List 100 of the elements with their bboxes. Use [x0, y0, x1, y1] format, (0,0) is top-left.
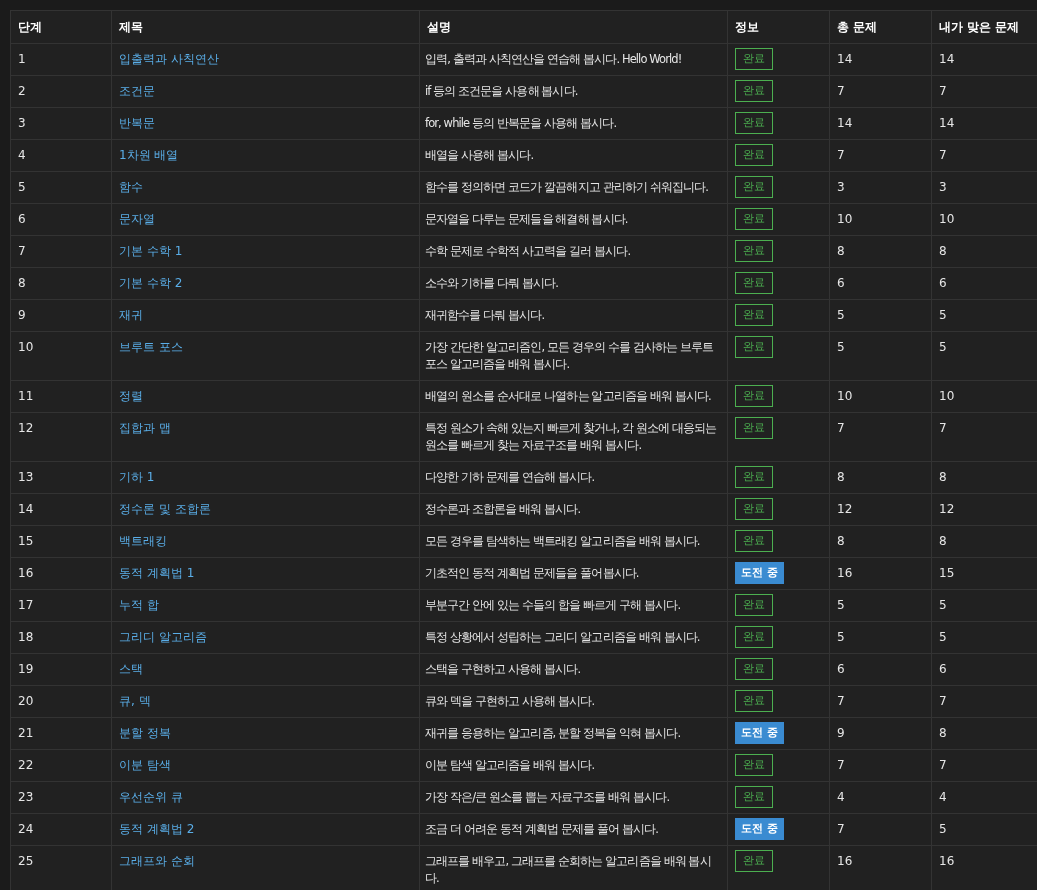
table-cell: 이분 탐색 알고리즘을 배워 봅시다.	[419, 749, 728, 782]
title-link[interactable]: 함수	[119, 180, 143, 194]
table-cell: 모든 경우를 탐색하는 백트래킹 알고리즘을 배워 봅시다.	[419, 525, 728, 558]
table-cell: 부분구간 안에 있는 수들의 합을 빠르게 구해 봅시다.	[419, 589, 728, 622]
table-cell: 9	[829, 717, 932, 750]
table-cell: 23	[10, 781, 112, 814]
title-link[interactable]: 동적 계획법 2	[119, 822, 195, 836]
status-badge: 완료	[735, 272, 773, 294]
column-header: 설명	[419, 10, 728, 44]
table-cell: 14	[829, 107, 932, 140]
table-cell: 18	[10, 621, 112, 654]
title-link[interactable]: 기하 1	[119, 470, 155, 484]
title-link[interactable]: 입출력과 사칙연산	[119, 52, 219, 66]
status-badge: 완료	[735, 80, 773, 102]
title-link[interactable]: 분할 정복	[119, 726, 171, 740]
status-badge: 완료	[735, 498, 773, 520]
status-badge: 완료	[735, 385, 773, 407]
table-cell: 11	[10, 380, 112, 413]
table-cell: 15	[10, 525, 112, 558]
status-badge: 완료	[735, 336, 773, 358]
title-link[interactable]: 백트래킹	[119, 534, 167, 548]
title-link[interactable]: 1차원 배열	[119, 148, 179, 162]
title-link[interactable]: 브루트 포스	[119, 340, 183, 354]
table-cell: 다양한 기하 문제를 연습해 봅시다.	[419, 461, 728, 494]
status-badge: 도전 중	[735, 722, 784, 744]
title-link[interactable]: 스택	[119, 662, 143, 676]
table-cell: 배열을 사용해 봅시다.	[419, 139, 728, 172]
title-link[interactable]: 기본 수학 2	[119, 276, 183, 290]
title-link[interactable]: 그래프와 순회	[119, 854, 195, 868]
table-cell: 입력, 출력과 사칙연산을 연습해 봅시다. Hello World!	[419, 43, 728, 76]
status-badge: 완료	[735, 176, 773, 198]
table-cell: 13	[10, 461, 112, 494]
table-cell: 7	[829, 685, 932, 718]
status-badge: 완료	[735, 786, 773, 808]
table-cell: 16	[829, 557, 932, 590]
table-cell: 9	[10, 299, 112, 332]
table-cell: 14	[10, 493, 112, 526]
table-cell: 조금 더 어려운 동적 계획법 문제를 풀어 봅시다.	[419, 813, 728, 846]
table-cell: 수학 문제로 수학적 사고력을 길러 봅시다.	[419, 235, 728, 268]
table-cell: 7	[829, 749, 932, 782]
table-cell: 24	[10, 813, 112, 846]
status-badge: 완료	[735, 850, 773, 872]
title-link[interactable]: 재귀	[119, 308, 143, 322]
status-badge: 완료	[735, 304, 773, 326]
table-cell: 가장 작은/큰 원소를 뽑는 자료구조를 배워 봅시다.	[419, 781, 728, 814]
table-cell: 5	[829, 589, 932, 622]
table-cell: 17	[10, 589, 112, 622]
table-cell: 10	[829, 380, 932, 413]
title-link[interactable]: 그리디 알고리즘	[119, 630, 207, 644]
table-cell: 22	[10, 749, 112, 782]
table-cell: 19	[10, 653, 112, 686]
status-badge: 완료	[735, 48, 773, 70]
status-badge: 완료	[735, 754, 773, 776]
title-link[interactable]: 이분 탐색	[119, 758, 171, 772]
table-cell: 12	[10, 412, 112, 462]
title-link[interactable]: 누적 합	[119, 598, 159, 612]
table-cell: 4	[829, 781, 932, 814]
table-cell: 2	[10, 75, 112, 108]
title-link[interactable]: 반복문	[119, 116, 155, 130]
column-header: 내가 맞은 문제	[931, 10, 1037, 44]
title-link[interactable]: 큐, 덱	[119, 694, 151, 708]
table-cell: 8	[829, 525, 932, 558]
table-cell: 21	[10, 717, 112, 750]
table-cell: 재귀를 응용하는 알고리즘, 분할 정복을 익혀 봅시다.	[419, 717, 728, 750]
table-cell: 6	[10, 203, 112, 236]
title-link[interactable]: 기본 수학 1	[119, 244, 183, 258]
table-cell: 재귀함수를 다뤄 봅시다.	[419, 299, 728, 332]
status-badge: 도전 중	[735, 562, 784, 584]
table-cell: 6	[829, 653, 932, 686]
table-cell: 가장 간단한 알고리즘인, 모든 경우의 수를 검사하는 브루트 포스 알고리즘을 배워 봅시다.	[419, 331, 728, 381]
status-badge: 완료	[735, 530, 773, 552]
title-link[interactable]: 집합과 맵	[119, 421, 171, 435]
status-badge: 완료	[735, 208, 773, 230]
status-badge: 완료	[735, 690, 773, 712]
table-cell: 8	[10, 267, 112, 300]
title-link[interactable]: 정렬	[119, 389, 143, 403]
table-cell: 12	[829, 493, 932, 526]
title-link[interactable]: 조건문	[119, 84, 155, 98]
title-link[interactable]: 문자열	[119, 212, 155, 226]
title-link[interactable]: 동적 계획법 1	[119, 566, 195, 580]
status-badge: 완료	[735, 240, 773, 262]
table-cell: 5	[829, 621, 932, 654]
column-header: 단계	[10, 10, 112, 44]
table-cell: 5	[829, 299, 932, 332]
table-cell: 8	[829, 461, 932, 494]
table-cell: 25	[10, 845, 112, 890]
table-cell: 7	[10, 235, 112, 268]
status-badge: 완료	[735, 112, 773, 134]
title-link[interactable]: 우선순위 큐	[119, 790, 183, 804]
table-cell: 배열의 원소를 순서대로 나열하는 알고리즘을 배워 봅시다.	[419, 380, 728, 413]
table-cell: 소수와 기하를 다뤄 봅시다.	[419, 267, 728, 300]
title-link[interactable]: 정수론 및 조합론	[119, 502, 211, 516]
table-cell: for, while 등의 반복문을 사용해 봅시다.	[419, 107, 728, 140]
table-cell: 5	[10, 171, 112, 204]
table-cell: 특정 원소가 속해 있는지 빠르게 찾거나, 각 원소에 대응되는 원소를 빠르게 찾는 자료구조를 배워 봅시다.	[419, 412, 728, 462]
table-cell: 20	[10, 685, 112, 718]
table-cell: 스택을 구현하고 사용해 봅시다.	[419, 653, 728, 686]
table-cell: 3	[829, 171, 932, 204]
table-cell: 큐와 덱을 구현하고 사용해 봅시다.	[419, 685, 728, 718]
table-cell: 14	[829, 43, 932, 76]
